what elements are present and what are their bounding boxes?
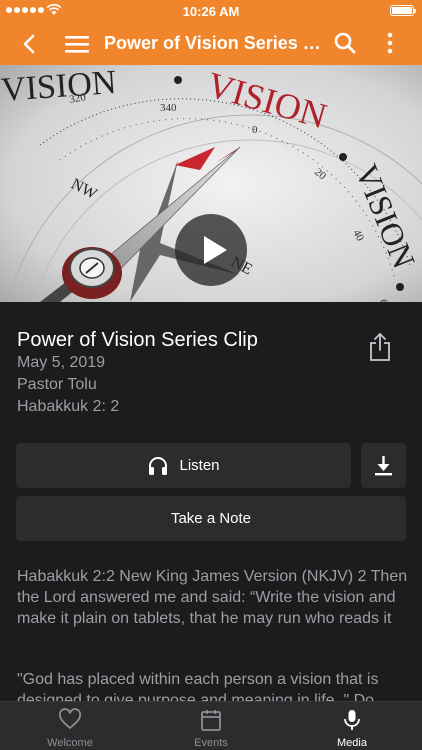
top-bar: 10:26 AM Power of Vision Series Clip xyxy=(0,0,422,65)
page-title: Power of Vision Series Clip xyxy=(104,33,326,53)
status-time: 10:26 AM xyxy=(182,4,240,19)
tab-label: Events xyxy=(194,737,228,749)
battery-icon xyxy=(390,5,416,16)
tab-events[interactable]: Events xyxy=(141,702,281,750)
video-thumbnail[interactable]: VISION VISION VISION 320 340 0 20 40 60 … xyxy=(0,65,422,302)
listen-button[interactable]: Listen xyxy=(16,443,351,488)
status-bar: 10:26 AM xyxy=(0,0,422,22)
tab-media[interactable]: Media xyxy=(282,702,422,750)
media-scripture: Habakkuk 2: 2 xyxy=(17,398,120,415)
headphones-icon xyxy=(149,456,168,475)
back-arrow-icon[interactable] xyxy=(18,32,42,56)
tab-welcome[interactable]: Welcome xyxy=(0,702,140,750)
tick-label: 340 xyxy=(160,102,177,114)
navigation-bar: Power of Vision Series Clip xyxy=(0,22,422,65)
tick-label: 0 xyxy=(252,124,258,136)
tab-label: Media xyxy=(337,737,367,749)
hamburger-menu-icon[interactable] xyxy=(64,32,90,56)
download-icon xyxy=(375,456,392,476)
media-title: Power of Vision Series Clip xyxy=(17,329,258,351)
search-icon[interactable] xyxy=(333,31,357,55)
microphone-icon xyxy=(344,710,360,730)
listen-label: Listen xyxy=(179,457,220,474)
heart-icon xyxy=(58,708,82,729)
play-button[interactable] xyxy=(175,214,247,286)
more-options-icon[interactable] xyxy=(378,31,402,55)
tab-label: Welcome xyxy=(47,737,93,749)
media-speaker: Pastor Tolu xyxy=(17,376,97,393)
take-note-button[interactable]: Take a Note xyxy=(16,496,406,541)
tab-bar: Welcome Events Media xyxy=(0,701,422,750)
download-button[interactable] xyxy=(361,443,406,488)
description-quote: "God has placed within each person a vis… xyxy=(17,671,379,701)
media-date: May 5, 2019 xyxy=(17,354,106,371)
calendar-icon xyxy=(201,710,221,731)
share-icon[interactable] xyxy=(367,332,393,362)
scripture-text: Habakkuk 2:2 New King James Version (NKJ… xyxy=(17,568,408,627)
play-icon xyxy=(204,236,227,264)
